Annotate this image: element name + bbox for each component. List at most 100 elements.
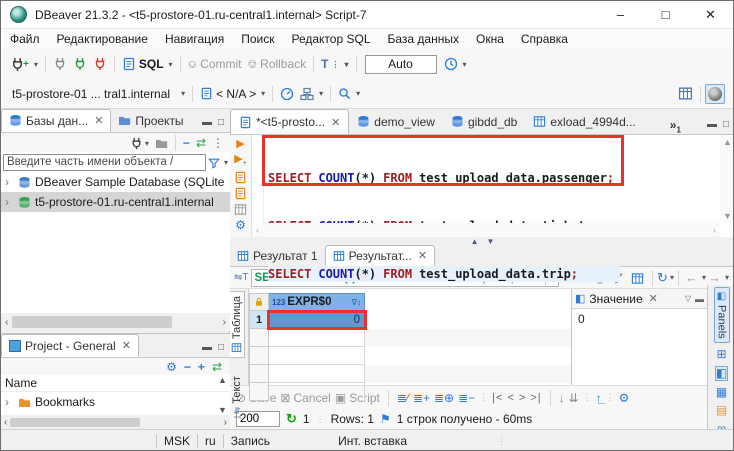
dbeaver-perspective-avatar[interactable] xyxy=(705,84,725,104)
filter-caret-icon[interactable]: ▾ xyxy=(224,158,228,167)
project-collapse-icon[interactable]: − xyxy=(184,360,191,374)
editor-settings-gear-icon[interactable]: ⚙ xyxy=(235,218,246,232)
sql-editor-body[interactable]: ▶ ▶+ ⚙ SELECTCOUNT(*)FROMtest_upload_dat… xyxy=(230,135,734,237)
scroll-right-icon[interactable]: › xyxy=(713,225,716,235)
tab-projects[interactable]: Проекты xyxy=(111,109,190,132)
perspective-switch-icon[interactable] xyxy=(678,86,693,101)
tab-project-general[interactable]: Project - General ✕ xyxy=(1,334,139,357)
nav-back-icon[interactable]: ← xyxy=(685,270,698,285)
value-content[interactable]: 0 xyxy=(572,309,707,329)
menu-sql-editor[interactable]: Редактор SQL xyxy=(291,32,370,46)
first-row-icon[interactable]: |< xyxy=(492,392,503,404)
grid-row-1[interactable]: 1 0 xyxy=(249,311,365,329)
transaction-monitor-button[interactable]: ▾ xyxy=(444,57,467,71)
grid-row-empty[interactable] xyxy=(249,383,365,401)
menu-file[interactable]: Файл xyxy=(10,32,40,46)
next-row-icon[interactable]: > xyxy=(519,392,526,404)
timezone-indicator[interactable]: MSK xyxy=(164,434,190,448)
menu-search[interactable]: Поиск xyxy=(241,32,274,46)
navigator-hscrollbar[interactable]: ‹ › xyxy=(1,313,230,331)
menu-edit[interactable]: Редактирование xyxy=(57,32,148,46)
nav-new-connection-icon[interactable]: ▾ xyxy=(130,135,149,149)
rollback-button[interactable]: ⎊Rollback xyxy=(248,57,307,72)
project-minimize-icon[interactable]: ▬ xyxy=(202,342,212,353)
new-sql-editor-button[interactable]: SQL▾ xyxy=(122,57,173,71)
nav-collapse-all-icon[interactable]: − xyxy=(183,136,190,150)
tab-sql-script[interactable]: *<t5-prosto... ✕ xyxy=(230,109,349,134)
menu-help[interactable]: Справка xyxy=(521,32,568,46)
active-schema-combo[interactable]: < N/A >▾ xyxy=(200,87,265,101)
scroll-thumb[interactable] xyxy=(10,418,140,427)
nav-new-folder-icon[interactable] xyxy=(155,135,168,149)
export-data-icon[interactable]: ↑̲ xyxy=(596,391,602,405)
grid-settings-icon[interactable] xyxy=(631,270,644,284)
grid-row-empty[interactable] xyxy=(249,347,365,365)
session-manager-button[interactable]: ▾ xyxy=(300,87,323,101)
expander-icon[interactable]: › xyxy=(5,175,14,189)
grid-row-empty[interactable] xyxy=(249,329,365,347)
scroll-down-icon[interactable]: ▼ xyxy=(723,211,732,221)
tab-project-close-icon[interactable]: ✕ xyxy=(122,339,131,352)
last-row-icon[interactable]: >| xyxy=(530,392,541,404)
result-grid[interactable]: 123 EXPR$0 ∇↕ 1 0 xyxy=(249,293,365,401)
project-vscrollbar[interactable]: ▲▼ xyxy=(215,375,230,415)
tab-close-icon[interactable]: ✕ xyxy=(331,116,340,129)
dashboard-button[interactable] xyxy=(280,87,294,101)
value-tab-close-icon[interactable]: ✕ xyxy=(649,292,658,305)
tab-exload[interactable]: exload_4994d... xyxy=(525,109,643,134)
session-caret-icon[interactable]: ▾ xyxy=(319,89,323,98)
expander-icon[interactable]: › xyxy=(5,395,14,409)
project-maximize-icon[interactable]: □ xyxy=(218,342,224,353)
nav-view-menu-icon[interactable]: ⋮ xyxy=(212,136,224,150)
scroll-up-icon[interactable]: ▲ xyxy=(723,137,732,147)
filter-funnel-icon[interactable] xyxy=(208,155,220,169)
editor-vscrollbar[interactable]: ▲▼ xyxy=(720,135,734,223)
fetch-next-segment-icon[interactable]: ↓ xyxy=(559,391,565,405)
search-caret-icon[interactable]: ▾ xyxy=(356,89,360,98)
menu-database[interactable]: База данных xyxy=(388,32,459,46)
commit-mode-combo[interactable]: Auto xyxy=(365,55,437,74)
prev-row-icon[interactable]: < xyxy=(507,392,514,404)
grid-row-empty[interactable] xyxy=(249,365,365,383)
panels-tab[interactable]: ◧ Panels xyxy=(714,287,730,343)
sql-caret-icon[interactable]: ▾ xyxy=(169,60,173,69)
explain-plan-icon[interactable] xyxy=(234,202,247,216)
minimize-button[interactable]: – xyxy=(598,1,643,29)
refs-table-icon[interactable]: ▤ xyxy=(716,404,727,417)
schema-caret-icon[interactable]: ▾ xyxy=(261,89,265,98)
transaction-caret-icon[interactable]: ▾ xyxy=(344,60,348,69)
tree-item-sample-database[interactable]: › DBeaver Sample Database (SQLite xyxy=(1,172,230,192)
execute-new-tab-icon[interactable]: ▶+ xyxy=(234,152,247,167)
row-number-cell[interactable]: 1 xyxy=(249,311,269,329)
active-connection-combo[interactable]: t5-prostore-01 ... tral1.internal▾ xyxy=(12,87,185,101)
presentation-tab-text[interactable]: ⇋T Текст xyxy=(230,372,244,424)
tab-demo-view[interactable]: demo_view xyxy=(349,109,443,134)
connect-button[interactable] xyxy=(53,57,67,71)
scroll-up-icon[interactable]: ▲ xyxy=(218,375,227,385)
object-filter-input[interactable] xyxy=(3,154,206,171)
grid-mode-icon[interactable]: ▦ xyxy=(716,386,727,399)
disconnect-button[interactable] xyxy=(93,57,107,71)
edit-row-icon[interactable]: ≣⁄ xyxy=(397,391,409,405)
maximize-button[interactable]: □ xyxy=(643,1,688,29)
calc-panel-icon[interactable]: ⊞ xyxy=(716,348,726,361)
column-header-expr0[interactable]: 123 EXPR$0 ∇↕ xyxy=(269,293,365,311)
execute-script-icon[interactable] xyxy=(234,169,247,183)
project-hscrollbar[interactable]: ‹ › xyxy=(1,415,230,429)
presentation-tab-grid[interactable]: Таблица xyxy=(230,291,245,358)
sql-line-1[interactable]: SELECTCOUNT(*)FROMtest_upload_data.passe… xyxy=(268,170,620,186)
execute-statement-icon[interactable]: ▶ xyxy=(236,137,244,150)
project-expand-icon[interactable]: + xyxy=(198,360,205,374)
menu-navigation[interactable]: Навигация xyxy=(165,32,224,46)
nav-forward-caret-icon[interactable]: ▾ xyxy=(725,273,729,282)
language-indicator[interactable]: ru xyxy=(205,434,216,448)
project-settings-gear-icon[interactable]: ⚙ xyxy=(166,360,177,374)
scroll-left-icon[interactable]: ‹ xyxy=(1,417,10,428)
connection-caret-icon[interactable]: ▾ xyxy=(181,89,185,98)
scroll-right-icon[interactable]: › xyxy=(221,417,230,428)
tree-item-bookmarks[interactable]: › Bookmarks xyxy=(1,392,230,412)
fetch-all-rows-icon[interactable]: ⇊ xyxy=(569,391,579,405)
tx-monitor-caret-icon[interactable]: ▾ xyxy=(463,60,467,69)
tab-overflow-chevron[interactable]: »1 xyxy=(670,118,681,134)
reconnect-button[interactable] xyxy=(73,57,87,71)
